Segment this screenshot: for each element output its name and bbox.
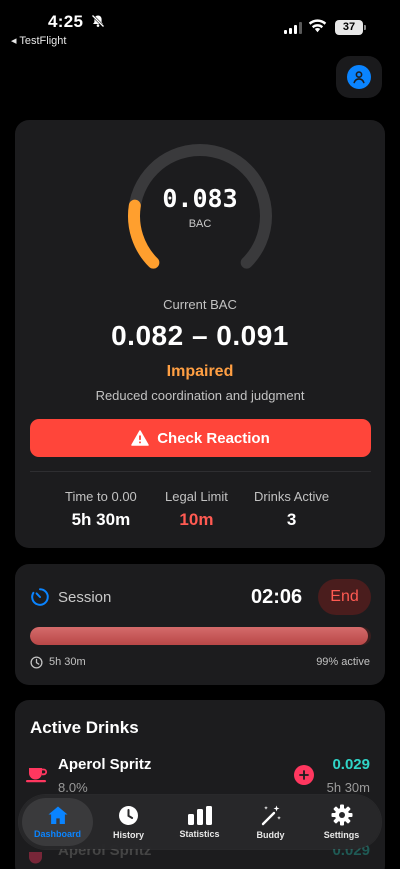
tab-label: Statistics [179,829,220,839]
timer-icon [31,588,49,606]
active-drinks-title: Active Drinks [30,718,139,737]
gauge-label: BAC [188,218,212,230]
stat-value: 3 [286,510,297,529]
tab-bar: Dashboard History Statistics Buddy Setti… [19,795,381,849]
tab-buddy[interactable]: Buddy [235,798,306,846]
drink-time-remaining: 5h 30m [326,780,370,795]
clock-icon [30,656,43,669]
session-active-percent: 99% active [316,656,370,668]
stat-legal-limit: Legal Limit 10m [165,489,228,530]
tab-label: Dashboard [33,829,81,839]
gauge-fill [128,199,160,269]
session-progress-bar [30,627,371,645]
warning-triangle-icon [131,430,149,446]
back-to-testflight[interactable]: ◂ TestFlight [11,34,66,47]
stat-label: Time to 0.00 [65,489,137,504]
add-drink-button[interactable] [294,765,314,785]
magic-wand-icon [261,805,281,826]
profile-button[interactable] [336,56,382,98]
cellular-signal-icon [284,22,302,34]
wifi-icon [308,19,327,33]
stat-value: 10m [179,510,214,529]
session-title: Session [58,589,112,606]
cup-icon [29,852,42,864]
bac-range: 0.082 – 0.091 [111,320,289,351]
status-bar: 4:25 ◂ TestFlight 37 [0,0,400,56]
status-time: 4:25 [48,12,84,31]
house-icon [48,806,67,824]
drink-bac: 0.029 [332,756,370,773]
tab-dashboard[interactable]: Dashboard [22,798,93,846]
person-circle-icon [347,65,371,89]
tab-statistics[interactable]: Statistics [164,798,235,846]
stat-label: Drinks Active [254,489,330,504]
impairment-description: Reduced coordination and judgment [95,388,305,403]
session-elapsed: 02:06 [251,586,303,608]
end-session-button[interactable]: End [318,579,371,615]
gauge-value: 0.083 [162,184,238,213]
tab-label: Settings [323,830,360,840]
drink-abv: 8.0% [58,780,88,795]
divider [30,471,371,472]
impairment-state: Impaired [166,363,234,380]
session-card: Session 02:06 End 5h 30m 99% active [15,564,385,685]
battery-indicator: 37 [335,20,366,35]
clock-icon [119,805,138,825]
plus-icon [299,770,309,780]
current-bac-label: Current BAC [163,297,237,312]
gear-icon [331,804,352,826]
check-reaction-label: Check Reaction [157,429,270,447]
stat-value: 5h 30m [71,510,131,529]
session-progress-fill [30,627,368,645]
chart-bars-icon [187,806,212,825]
tab-label: Buddy [256,830,285,840]
stat-drinks-active: Drinks Active 3 [254,489,329,530]
stat-label: Legal Limit [165,489,228,504]
bell-muted-icon [91,14,105,28]
cup-icon [26,768,48,783]
drink-name: Aperol Spritz [58,756,152,773]
tab-label: History [112,829,144,840]
tab-history[interactable]: History [93,798,164,846]
check-reaction-button[interactable]: Check Reaction [30,419,371,457]
session-remaining: 5h 30m [49,656,86,668]
stat-time-to-zero: Time to 0.00 5h 30m [65,489,137,530]
bac-card: 0.083 BAC Current BAC 0.082 – 0.091 Impa… [15,120,385,548]
tab-settings[interactable]: Settings [306,798,377,846]
